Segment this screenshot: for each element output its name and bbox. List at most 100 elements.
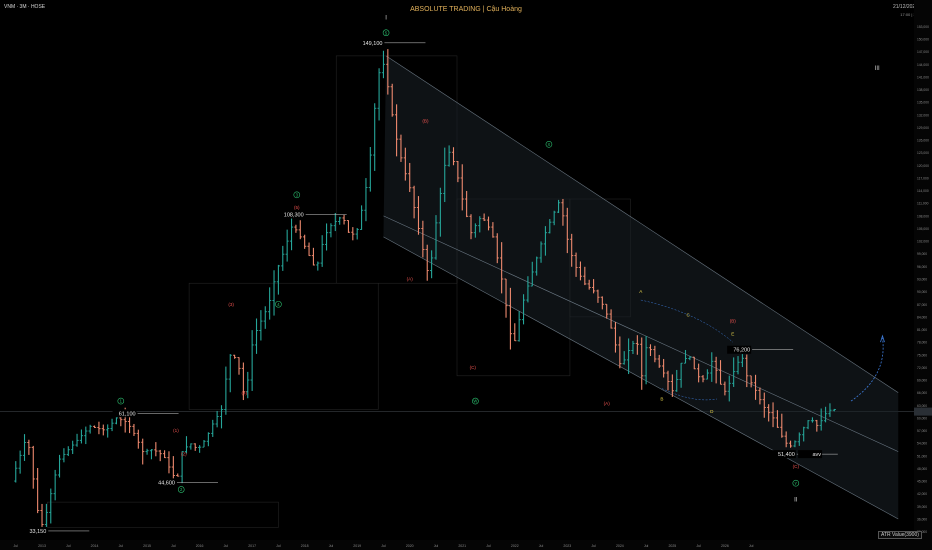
wave-label: (1) (173, 428, 179, 433)
price-tick-label: 141,000 (917, 75, 929, 79)
time-tick-label: 2020 (406, 544, 414, 548)
time-tick-label: Jul (119, 544, 124, 548)
wave-label: (3) (228, 302, 234, 307)
time-tick-label: 2026 (721, 544, 729, 548)
price-tick-label: 39,000 (917, 505, 927, 509)
time-tick-label: Jul (224, 544, 229, 548)
price-label: 33,150 (29, 529, 46, 535)
current-price-tag (914, 407, 932, 416)
channel-layer (383, 55, 899, 520)
wave-label: II (794, 498, 798, 504)
price-tick-label: 129,000 (917, 126, 929, 130)
wave-label: III (875, 66, 880, 72)
wave-label: (4) (241, 390, 247, 395)
price-label: 44,600 (158, 481, 175, 487)
price-tick-label: 84,000 (917, 315, 927, 319)
wave-label: 2 (180, 487, 183, 492)
time-tick-label: 2019 (353, 544, 361, 548)
time-tick-label: Jul (14, 544, 19, 548)
time-tick-label: Jul (591, 544, 596, 548)
time-tick-label: 2018 (301, 544, 309, 548)
price-tick-label: 48,000 (917, 467, 927, 471)
price-tick-label: 87,000 (917, 303, 927, 307)
time-tick-label: Jul (276, 544, 281, 548)
time-tick-label: 2021 (458, 544, 466, 548)
wave-label: (C) (470, 365, 477, 370)
price-tick-label: 99,000 (917, 252, 927, 256)
time-tick-label: 2024 (616, 544, 624, 548)
time-tick-label: Jul (539, 544, 544, 548)
price-tick-label: 138,000 (917, 88, 929, 92)
price-tick-label: 81,000 (917, 328, 927, 332)
price-tick-label: 120,000 (917, 164, 929, 168)
price-label: 51,400 (778, 452, 795, 458)
price-tick-label: 96,000 (917, 265, 927, 269)
channel-fill (383, 55, 899, 519)
price-tick-label: 75,000 (917, 353, 927, 357)
price-tick-label: 153,000 (917, 25, 929, 29)
range-box (188, 282, 379, 410)
price-tick-label: 102,000 (917, 240, 929, 244)
wave-label: W (473, 399, 477, 404)
time-tick-label: Jul (696, 544, 701, 548)
price-tick-label: 144,000 (917, 63, 929, 67)
price-tick-label: 117,000 (917, 176, 929, 180)
price-tick-label: 51,000 (917, 454, 927, 458)
wave-label: 4 (277, 302, 280, 307)
time-tick-label: 2013 (38, 544, 46, 548)
wave-label: (A) (604, 401, 611, 406)
time-tick-label: Jul (749, 544, 754, 548)
price-tick-label: 42,000 (917, 492, 927, 496)
wave-label: (2) (181, 451, 187, 456)
price-tick-label: 60,000 (917, 416, 927, 420)
price-label: 108,300 (284, 213, 304, 219)
price-tick-label: 72,000 (917, 366, 927, 370)
price-tick-label: 69,000 (917, 379, 927, 383)
time-tick-label: Jul (644, 544, 649, 548)
time-tick-label: 2015 (143, 544, 151, 548)
atr-value-label: ATR Value(3900) (878, 531, 922, 539)
time-tick-label: 2023 (563, 544, 571, 548)
price-tick-label: 147,000 (917, 50, 929, 54)
price-tick-label: 114,000 (917, 189, 929, 193)
price-tick-label: 93,000 (917, 278, 927, 282)
wave-label: (5) (294, 205, 300, 210)
time-tick-label: Jul (171, 544, 176, 548)
time-tick-label: 2014 (91, 544, 99, 548)
time-tick-label: Jul (66, 544, 71, 548)
price-tick-label: 111,000 (917, 202, 929, 206)
wave-label: (C) (793, 464, 800, 469)
wave-label: 3 (296, 192, 299, 197)
wave-label: (A) (407, 277, 414, 282)
time-tick-label: Jul (434, 544, 439, 548)
time-tick-label: 2025 (668, 544, 676, 548)
time-tick-label: Jul (486, 544, 491, 548)
price-label: 61,100 (119, 411, 136, 417)
price-tick-label: 105,000 (917, 227, 929, 231)
time-tick-label: Jul (329, 544, 334, 548)
price-label: 76,200 (733, 348, 750, 354)
price-tick-label: 36,000 (917, 517, 927, 521)
wave-label: (B) (730, 319, 737, 324)
price-tick-label: 126,000 (917, 139, 929, 143)
price-tick-label: 63,000 (917, 404, 927, 408)
price-tick-label: 45,000 (917, 480, 927, 484)
time-tick-label: 2016 (196, 544, 204, 548)
price-tick-label: 54,000 (917, 442, 927, 446)
wave-label: B (660, 397, 663, 402)
price-tick-label: 132,000 (917, 113, 929, 117)
price-tick-label: 90,000 (917, 290, 927, 294)
time-tick-label: 2022 (511, 544, 519, 548)
price-label: 149,100 (363, 41, 383, 47)
price-chart[interactable]: 33,00036,00039,00042,00045,00048,00051,0… (0, 0, 932, 550)
wave-label: Y (794, 481, 797, 486)
wave-label: X (548, 142, 551, 147)
price-tick-label: 123,000 (917, 151, 929, 155)
wave-label: E (731, 331, 734, 336)
price-tick-label: 108,000 (917, 214, 929, 218)
price-tick-label: 78,000 (917, 341, 927, 345)
price-tick-label: 135,000 (917, 101, 929, 105)
wave-label: 5 (385, 30, 388, 35)
wave-label: 1 (120, 399, 123, 404)
price-tick-label: 66,000 (917, 391, 927, 395)
